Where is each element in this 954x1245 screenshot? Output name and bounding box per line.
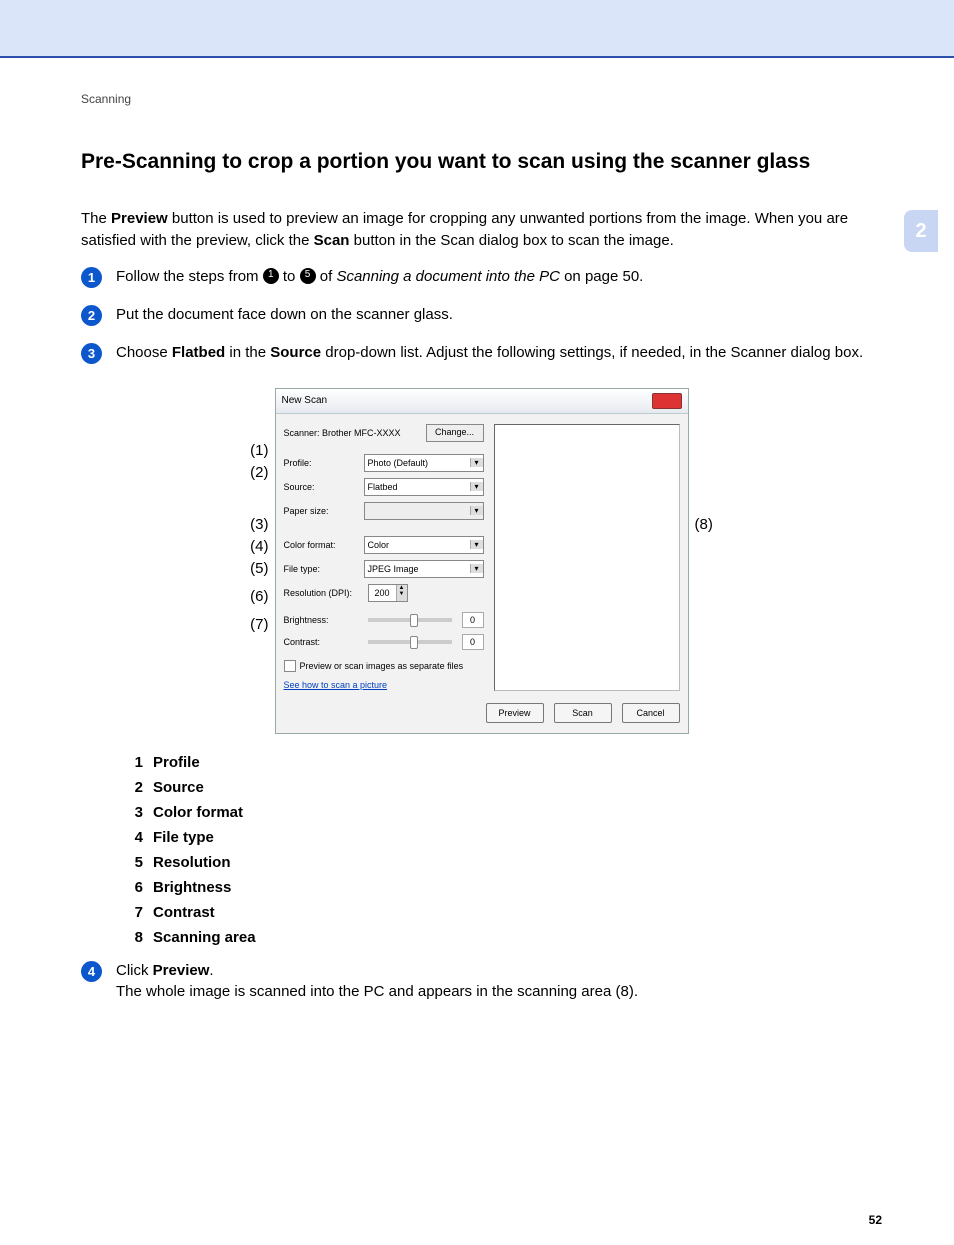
scanner-label: Scanner: Brother MFC-XXXX	[284, 428, 420, 438]
scan-button[interactable]: Scan	[554, 703, 612, 723]
callout-5: (5)	[250, 560, 268, 577]
step-3: 3 Choose Flatbed in the Source drop-down…	[81, 342, 882, 364]
callout-8: (8)	[695, 516, 733, 533]
callout-1: (1)	[250, 442, 268, 459]
callout-2: (2)	[250, 464, 268, 481]
paper-size-label: Paper size:	[284, 506, 358, 516]
dark-bullet-1: 1	[263, 268, 279, 284]
contrast-value: 0	[462, 634, 484, 650]
preview-word: Preview	[111, 210, 168, 227]
dialog-title: New Scan	[282, 395, 328, 406]
callout-3: (3)	[250, 516, 268, 533]
figure: (1) (2) (3) (4) (5) (6) (7) New Scan Sca…	[81, 388, 882, 734]
chevron-down-icon: ▾	[470, 540, 483, 549]
callout-6: (6)	[250, 588, 268, 605]
chevron-down-icon: ▾	[470, 458, 483, 467]
step-badge-2: 2	[81, 305, 102, 326]
contrast-slider[interactable]	[368, 640, 452, 644]
change-button[interactable]: Change...	[426, 424, 484, 442]
scan-word: Scan	[314, 232, 350, 249]
chevron-down-icon: ▾	[470, 506, 483, 515]
close-icon[interactable]	[652, 393, 682, 409]
file-type-label: File type:	[284, 564, 358, 574]
dark-bullet-5: 5	[300, 268, 316, 284]
preview-area[interactable]	[494, 424, 680, 691]
step-2: 2 Put the document face down on the scan…	[81, 304, 882, 326]
resolution-label: Resolution (DPI):	[284, 588, 358, 598]
source-select[interactable]: Flatbed▾	[364, 478, 484, 496]
help-link[interactable]: See how to scan a picture	[284, 680, 388, 690]
page-header: Scanning	[81, 92, 882, 106]
file-type-select[interactable]: JPEG Image▾	[364, 560, 484, 578]
contrast-label: Contrast:	[284, 637, 358, 647]
profile-label: Profile:	[284, 458, 358, 468]
cancel-button[interactable]: Cancel	[622, 703, 680, 723]
step-badge-1: 1	[81, 267, 102, 288]
source-label: Source:	[284, 482, 358, 492]
section-heading: Pre-Scanning to crop a portion you want …	[81, 150, 882, 174]
resolution-stepper[interactable]: 200 ▲▼	[368, 584, 408, 602]
paper-size-select[interactable]: ▾	[364, 502, 484, 520]
page-number: 52	[0, 1213, 954, 1245]
color-format-label: Color format:	[284, 540, 358, 550]
callout-4: (4)	[250, 538, 268, 555]
chapter-tab: 2	[904, 210, 938, 252]
checkbox-label: Preview or scan images as separate files	[300, 661, 464, 671]
brightness-label: Brightness:	[284, 615, 358, 625]
step-badge-3: 3	[81, 343, 102, 364]
brightness-slider[interactable]	[368, 618, 452, 622]
new-scan-dialog: New Scan Scanner: Brother MFC-XXXX Chang…	[275, 388, 689, 734]
step-1: 1 Follow the steps from 1 to 5 of Scanni…	[81, 266, 882, 288]
legend: 1Profile 2Source 3Color format 4File typ…	[119, 754, 882, 946]
color-format-select[interactable]: Color▾	[364, 536, 484, 554]
profile-select[interactable]: Photo (Default)▾	[364, 454, 484, 472]
callout-7: (7)	[250, 616, 268, 633]
step-badge-4: 4	[81, 961, 102, 982]
separate-files-checkbox[interactable]	[284, 660, 296, 672]
top-banner	[0, 0, 954, 58]
step-4: 4 Click Preview. The whole image is scan…	[81, 960, 882, 1004]
preview-button[interactable]: Preview	[486, 703, 544, 723]
intro-paragraph: The Preview button is used to preview an…	[81, 208, 882, 252]
chevron-down-icon: ▾	[470, 564, 483, 573]
chevron-down-icon: ▾	[470, 482, 483, 491]
brightness-value: 0	[462, 612, 484, 628]
